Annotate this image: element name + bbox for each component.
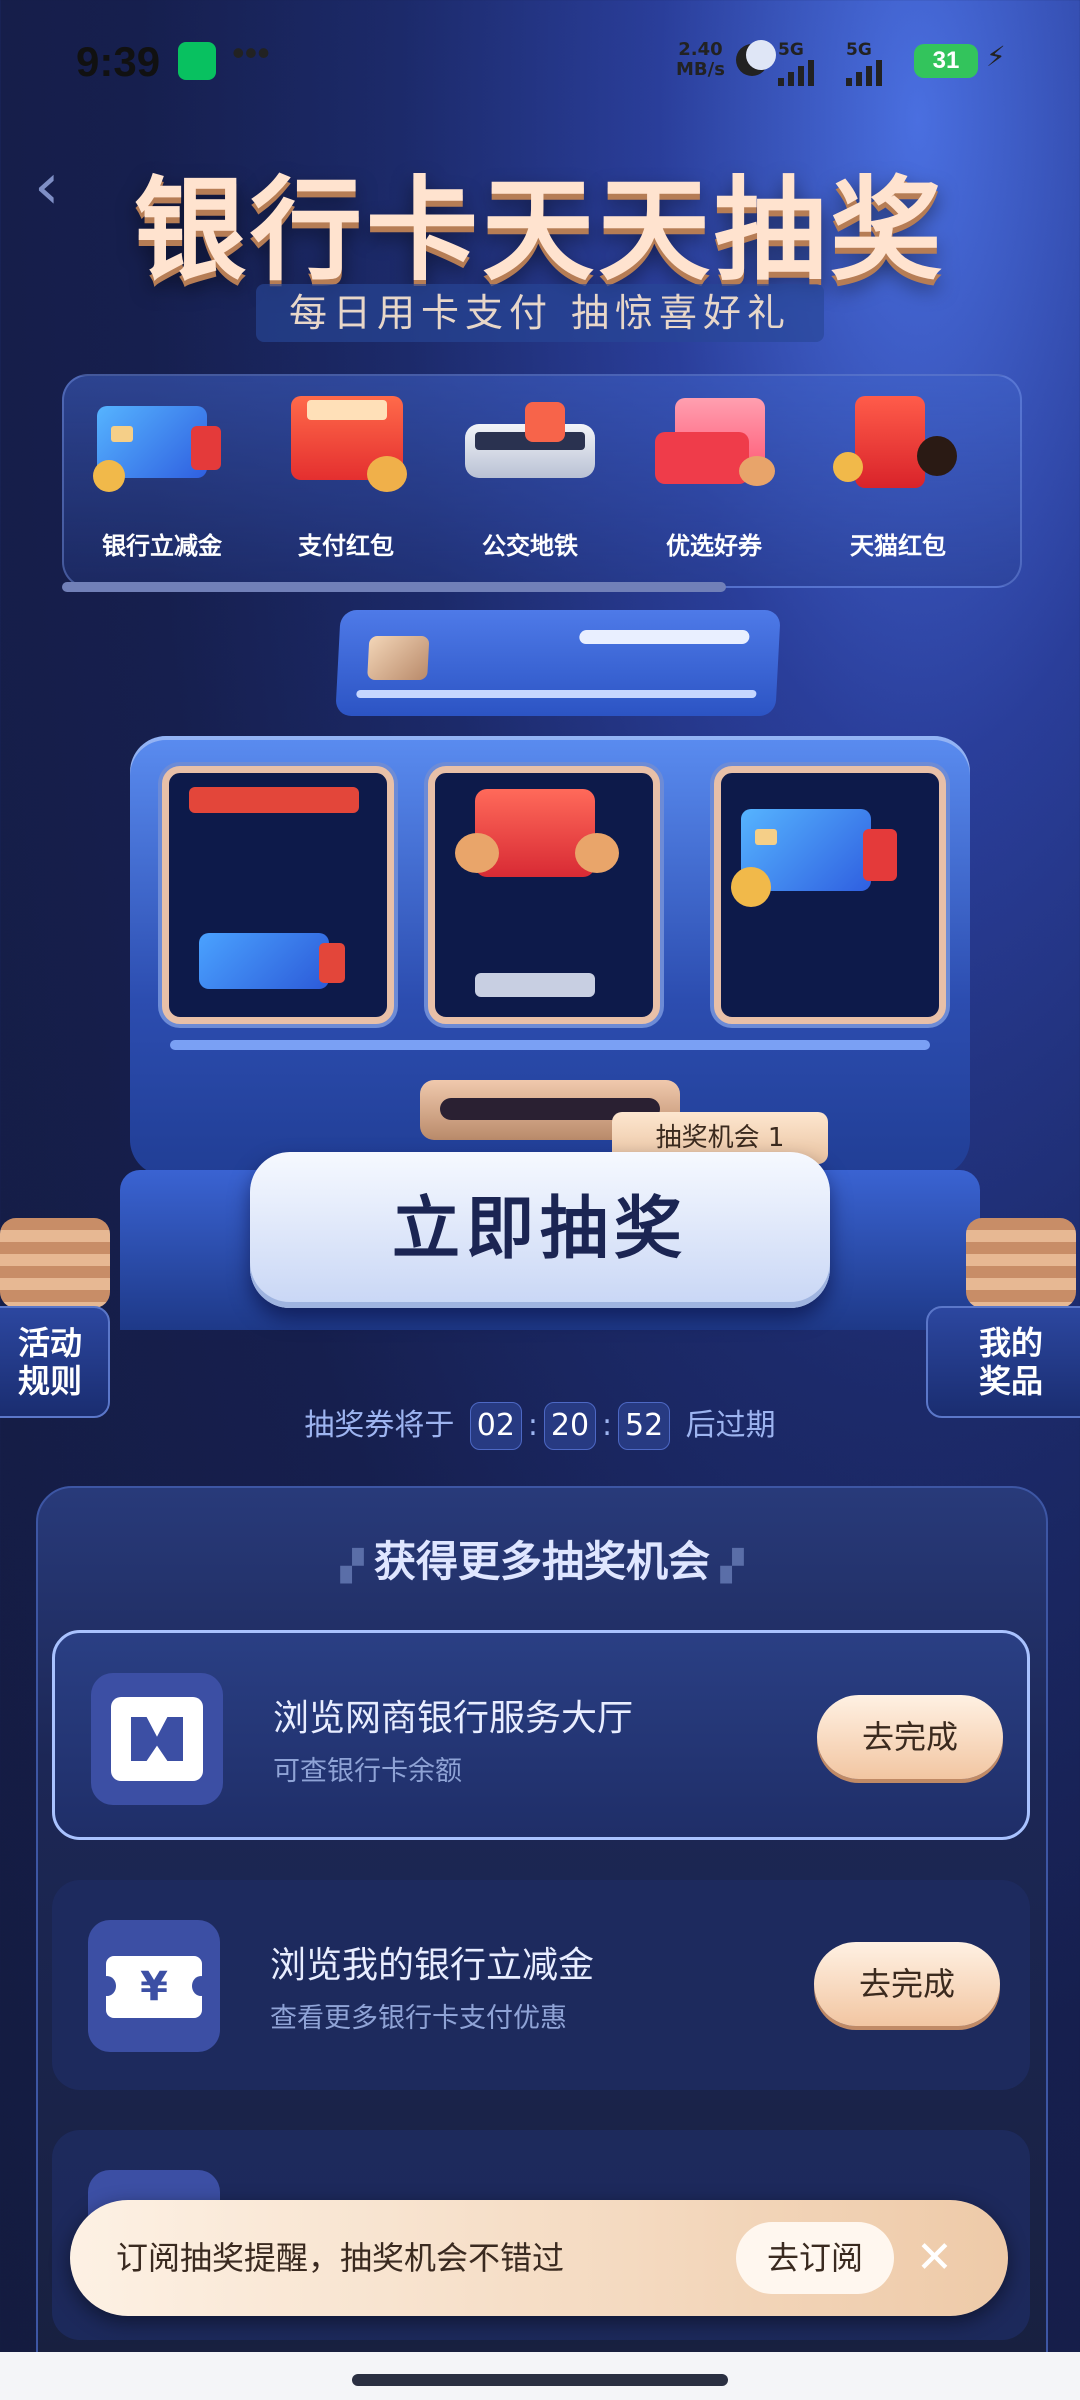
category-label: 支付红包 — [298, 532, 394, 560]
countdown-suffix: 后过期 — [685, 1408, 776, 1443]
category-label: 公交地铁 — [482, 532, 578, 560]
task-complete-button[interactable]: 去完成 — [817, 1695, 1003, 1779]
red-envelope-icon — [281, 396, 411, 496]
category-label: 天猫红包 — [850, 532, 946, 560]
slot-window-2 — [428, 766, 660, 1024]
subscribe-button[interactable]: 去订阅 — [736, 2222, 894, 2294]
subscribe-text: 订阅抽奖提醒，抽奖机会不错过 — [116, 2239, 565, 2277]
page-subtitle: 每日用卡支付 抽惊喜好礼 — [256, 284, 824, 342]
countdown-colon: : — [602, 1408, 613, 1443]
category-item[interactable]: 天猫红包 — [808, 396, 988, 561]
category-label: 优选好券 — [666, 532, 762, 560]
task-item: 浏览网商银行服务大厅 可查银行卡余额 去完成 — [52, 1630, 1030, 1840]
status-bar: 9:39 ••• 2.40 MB/s 5G 5G 31 ⚡ — [0, 0, 1080, 120]
panel-title-text: 获得更多抽奖机会 — [373, 1537, 710, 1586]
signal-2-label: 5G — [846, 40, 872, 60]
signal-1-label: 5G — [778, 40, 804, 60]
coin-stack-right — [966, 1218, 1076, 1308]
close-icon[interactable]: ✕ — [916, 2226, 953, 2290]
signal-bars-icon — [846, 60, 882, 86]
coupon-icon — [649, 396, 779, 496]
machine-rail — [170, 1040, 930, 1050]
title-decoration-icon: ▞ — [710, 1549, 744, 1584]
category-item[interactable]: 支付红包 — [256, 396, 436, 561]
slot-window-3 — [714, 766, 946, 1024]
title-decoration-icon: ▞ — [340, 1549, 374, 1584]
network-speed-value: 2.40 — [678, 39, 723, 60]
page-title: 银行卡天天抽奖 — [134, 166, 946, 296]
card-chip-icon — [367, 636, 430, 680]
countdown-seconds: 52 — [618, 1402, 671, 1450]
countdown-colon: : — [527, 1408, 538, 1443]
expiry-countdown: 抽奖券将于 02:20:52 后过期 — [0, 1400, 1080, 1450]
category-item[interactable]: 优选好券 — [624, 396, 804, 561]
bus-icon — [465, 396, 595, 496]
task-name: 浏览网商银行服务大厅 — [273, 1698, 634, 1739]
category-label: 银行立减金 — [102, 532, 222, 560]
home-indicator[interactable] — [352, 2374, 728, 2386]
signal-1: 5G — [778, 40, 814, 86]
task-description: 查看更多银行卡支付优惠 — [270, 2003, 567, 2034]
signal-bars-icon — [778, 60, 814, 86]
panel-title: ▞ 获得更多抽奖机会 ▞ — [38, 1528, 1046, 1589]
task-item: ¥ 浏览我的银行立减金 查看更多银行卡支付优惠 去完成 — [52, 1880, 1030, 2090]
do-not-disturb-icon — [736, 40, 776, 76]
signal-2: 5G — [846, 40, 882, 86]
charging-icon: ⚡ — [986, 40, 1006, 73]
countdown-hours: 02 — [469, 1402, 522, 1450]
countdown-minutes: 20 — [544, 1402, 596, 1450]
wechat-icon — [178, 42, 216, 80]
status-time: 9:39 — [76, 38, 161, 85]
category-scroll-indicator — [62, 582, 726, 592]
more-notifications-icon: ••• — [232, 32, 270, 73]
bank-card-illustration — [335, 610, 781, 716]
prize-category-strip[interactable]: 银行立减金 支付红包 公交地铁 优选好券 天猫红包 — [62, 374, 1022, 588]
draw-now-label: 立即抽奖 — [391, 1190, 688, 1269]
subscribe-reminder-bar: 订阅抽奖提醒，抽奖机会不错过 去订阅 ✕ — [70, 2200, 1008, 2316]
category-item[interactable]: 银行立减金 — [72, 396, 252, 561]
task-complete-button[interactable]: 去完成 — [814, 1942, 1000, 2026]
bank-card-icon — [93, 396, 227, 496]
network-speed: 2.40 MB/s — [676, 40, 725, 80]
battery-indicator: 31 — [914, 44, 978, 78]
yuan-ticket-icon: ¥ — [88, 1920, 220, 2052]
task-description: 可查银行卡余额 — [273, 1756, 462, 1787]
slot-window-1 — [162, 766, 394, 1024]
task-name: 浏览我的银行立减金 — [270, 1945, 595, 1986]
mybank-logo-icon — [91, 1673, 223, 1805]
category-item[interactable]: 公交地铁 — [440, 396, 620, 561]
countdown-prefix: 抽奖券将于 — [304, 1408, 455, 1443]
network-speed-unit: MB/s — [676, 59, 725, 80]
coin-stack-left — [0, 1218, 110, 1308]
tmall-envelope-icon — [833, 396, 963, 496]
draw-now-button[interactable]: 立即抽奖 — [250, 1152, 830, 1308]
